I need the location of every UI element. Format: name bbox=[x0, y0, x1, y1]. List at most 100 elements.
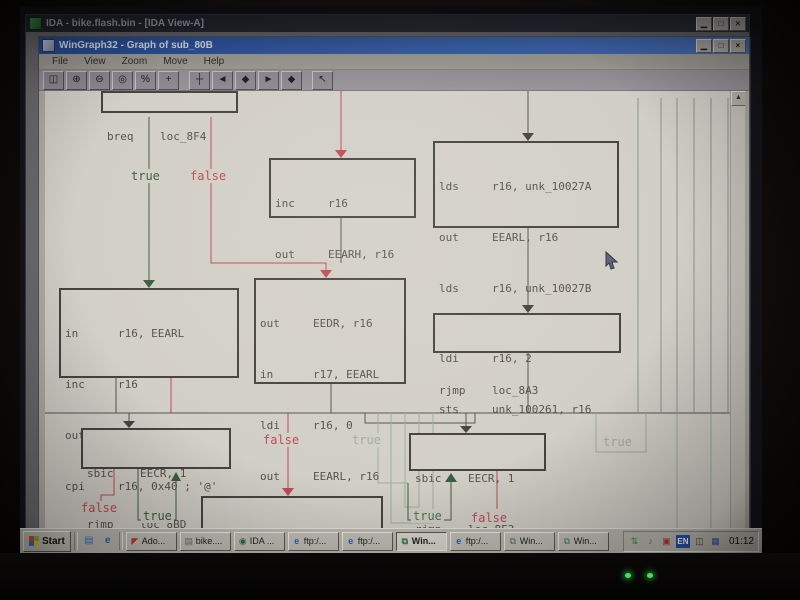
ida-icon: ◉ bbox=[238, 536, 248, 546]
zoom-original-icon[interactable]: ◎ bbox=[112, 71, 133, 90]
close-icon[interactable]: × bbox=[730, 17, 746, 31]
edge-label-true: true bbox=[350, 433, 383, 447]
vertical-scrollbar[interactable]: ▲ bbox=[730, 91, 745, 538]
task-button-bike[interactable]: ▤bike.... bbox=[180, 532, 231, 551]
graph-node-breq-loc8f4[interactable]: breq loc_8F4 bbox=[101, 91, 238, 113]
menu-view[interactable]: View bbox=[77, 56, 113, 67]
toolbar: ◫ ⊕ ⊖ ◎ % + ┼ ◄ ◆ ► ◆ ↖ bbox=[39, 70, 749, 91]
laptop-bezel bbox=[0, 553, 800, 600]
asm-line: in r16, EEARL bbox=[65, 325, 233, 342]
graph-node-sbic-loc8bd[interactable]: sbic EECR, 1 rjmp loc_8BD bbox=[81, 428, 231, 469]
tray-clock[interactable]: 01:12 bbox=[725, 536, 754, 547]
edge-label-true: true bbox=[411, 509, 444, 523]
taskbar-divider bbox=[119, 532, 123, 550]
show-desktop-icon[interactable]: ▤ bbox=[81, 533, 97, 549]
nav-last-icon[interactable]: ◆ bbox=[281, 71, 302, 90]
edge-label-false: false bbox=[188, 169, 228, 183]
close-icon[interactable]: × bbox=[730, 39, 746, 53]
power-led bbox=[625, 573, 631, 578]
edges-passthrough bbox=[638, 98, 728, 413]
ie-quicklaunch-icon[interactable]: e bbox=[100, 533, 116, 549]
graph-node-sbic-loc8e3[interactable]: sbic EECR, 1 rjmp loc_8E3 bbox=[409, 433, 546, 471]
asm-line: sbic EECR, 1 bbox=[415, 470, 540, 487]
language-badge[interactable]: EN bbox=[676, 535, 690, 548]
start-label: Start bbox=[42, 536, 65, 547]
asm-line: lds r16, unk_10027B bbox=[439, 280, 613, 297]
nav-back-icon[interactable]: ◆ bbox=[235, 71, 256, 90]
scheduler-icon[interactable]: ▦ bbox=[709, 535, 722, 548]
print-icon[interactable]: ◫ bbox=[43, 71, 64, 90]
task-button-wingraph-active[interactable]: ⧉Win... bbox=[396, 532, 447, 551]
adobe-icon: ◤ bbox=[130, 536, 140, 546]
asm-line: inc r16 bbox=[65, 376, 233, 393]
edge-label-false: false bbox=[79, 501, 119, 515]
task-button-adobe[interactable]: ◤Ado... bbox=[126, 532, 177, 551]
mouse-cursor bbox=[605, 251, 619, 271]
ida-app-icon bbox=[29, 17, 42, 30]
zoom-out-icon[interactable]: ⊖ bbox=[89, 71, 110, 90]
edge-label-false: false bbox=[469, 511, 509, 525]
screen: IDA - bike.flash.bin - [IDA View-A] ▁ □ … bbox=[20, 6, 762, 553]
maximize-icon[interactable]: □ bbox=[713, 39, 729, 53]
asm-line: out EEARL, r16 bbox=[260, 468, 400, 485]
fit-window-icon[interactable]: ┼ bbox=[189, 71, 210, 90]
edge-label-false: false bbox=[261, 433, 301, 447]
edge-label-true: true bbox=[601, 435, 634, 449]
asm-line: breq loc_8F4 bbox=[107, 128, 232, 145]
task-button-wingraph-3[interactable]: ⧉Win... bbox=[558, 532, 609, 551]
wingraph-icon: ⧉ bbox=[508, 536, 518, 546]
menubar: File View Zoom Move Help bbox=[39, 54, 749, 70]
menu-help[interactable]: Help bbox=[197, 56, 232, 67]
menu-zoom[interactable]: Zoom bbox=[115, 56, 155, 67]
graph-node-lds-loc8a3[interactable]: lds r16, unk_10027A out EEARL, r16 lds r… bbox=[433, 141, 619, 228]
zoom-100-icon[interactable]: % bbox=[135, 71, 156, 90]
task-button-ida[interactable]: ◉IDA ... bbox=[234, 532, 285, 551]
maximize-icon[interactable]: □ bbox=[713, 17, 729, 31]
minimize-icon[interactable]: ▁ bbox=[696, 39, 712, 53]
printer-error-icon[interactable]: ◫ bbox=[693, 535, 706, 548]
asm-line: out EEARL, r16 bbox=[439, 229, 613, 246]
ie-icon: e bbox=[292, 536, 302, 546]
graph-node-inc-loc900[interactable]: inc r16 out EEARH, r16 rjmp loc_900 bbox=[269, 158, 416, 218]
menu-file[interactable]: File bbox=[45, 56, 75, 67]
zoom-in-icon[interactable]: ⊕ bbox=[66, 71, 87, 90]
wingraph-app-icon bbox=[42, 39, 55, 52]
wingraph-window: WinGraph32 - Graph of sub_80B ▁ □ × File… bbox=[38, 36, 750, 529]
asm-line: ldi r16, 2 bbox=[439, 350, 615, 367]
task-button-ftp-1[interactable]: eftp:/... bbox=[288, 532, 339, 551]
wingraph-icon: ⧉ bbox=[400, 536, 410, 546]
volume-icon[interactable]: ♪ bbox=[644, 535, 657, 548]
task-button-ftp-2[interactable]: eftp:/... bbox=[342, 532, 393, 551]
task-button-ftp-3[interactable]: eftp:/... bbox=[450, 532, 501, 551]
menu-move[interactable]: Move bbox=[156, 56, 194, 67]
taskbar: Start ▤ e ◤Ado... ▤bike.... ◉IDA ... eft… bbox=[20, 528, 762, 553]
zoom-expand-icon[interactable]: + bbox=[158, 71, 179, 90]
wingraph-icon: ⧉ bbox=[562, 536, 572, 546]
network-icon[interactable]: ⇅ bbox=[628, 535, 641, 548]
asm-line: in r17, EEARL bbox=[260, 366, 400, 383]
display-icon[interactable]: ▣ bbox=[660, 535, 673, 548]
graph-node-ldi-sts[interactable]: ldi r16, 2 sts unk_100261, r16 bbox=[433, 313, 621, 353]
asm-line: inc r16 bbox=[275, 195, 410, 212]
graph-canvas[interactable]: breq loc_8F4 inc r16 out EEARH, r16 rjmp… bbox=[45, 91, 745, 538]
asm-line: ldi r16, 0 bbox=[260, 417, 400, 434]
edge-label-true: true bbox=[129, 169, 162, 183]
nav-forward-icon[interactable]: ► bbox=[258, 71, 279, 90]
status-led bbox=[647, 573, 653, 578]
windows-logo-icon bbox=[29, 536, 39, 546]
graph-node-in-eearl[interactable]: in r16, EEARL inc r16 out EEARL, r16 cpi… bbox=[59, 288, 239, 378]
asm-line: sts unk_100261, r16 bbox=[439, 401, 615, 418]
edge-label-true: true bbox=[141, 509, 174, 523]
graph-node-out-eedr[interactable]: out EEDR, r16 in r17, EEARL ldi r16, 0 o… bbox=[254, 278, 406, 384]
ie-icon: e bbox=[346, 536, 356, 546]
task-button-wingraph-2[interactable]: ⧉Win... bbox=[504, 532, 555, 551]
wingraph-titlebar: WinGraph32 - Graph of sub_80B ▁ □ × bbox=[39, 37, 749, 54]
minimize-icon[interactable]: ▁ bbox=[696, 17, 712, 31]
asm-line: out EEDR, r16 bbox=[260, 315, 400, 332]
start-button[interactable]: Start bbox=[23, 531, 71, 552]
scroll-up-icon[interactable]: ▲ bbox=[731, 91, 745, 106]
ida-titlebar: IDA - bike.flash.bin - [IDA View-A] ▁ □ … bbox=[26, 15, 749, 32]
nav-first-icon[interactable]: ◄ bbox=[212, 71, 233, 90]
pointer-tool-icon[interactable]: ↖ bbox=[312, 71, 333, 90]
asm-line: sbic EECR, 1 bbox=[87, 465, 225, 482]
